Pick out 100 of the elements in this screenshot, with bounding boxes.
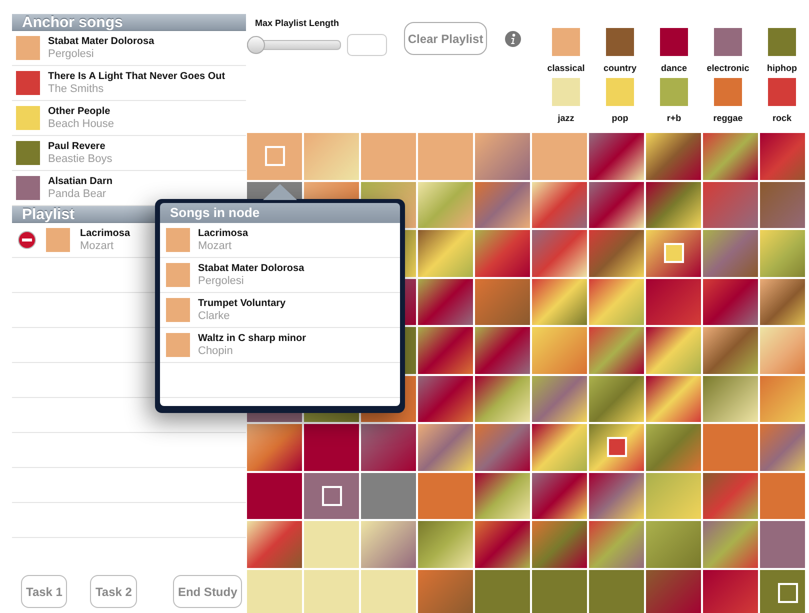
grid-tile[interactable] [589,133,644,180]
grid-tile[interactable] [418,230,473,276]
grid-tile[interactable] [646,376,701,422]
grid-tile[interactable] [532,182,587,228]
grid-tile[interactable] [760,133,805,180]
grid-tile[interactable] [475,133,530,180]
grid-tile[interactable] [532,327,587,374]
grid-tile[interactable] [361,133,416,180]
grid-tile[interactable] [760,278,805,325]
grid-tile[interactable] [760,521,805,568]
grid-tile[interactable] [532,376,587,422]
grid-tile[interactable] [532,278,587,325]
grid-tile[interactable] [646,278,701,325]
song-row[interactable]: Trumpet Voluntary Clarke [160,293,400,328]
grid-tile[interactable] [646,424,701,470]
grid-tile[interactable] [361,521,416,568]
delete-icon[interactable] [18,231,36,249]
grid-tile[interactable] [475,472,530,519]
grid-tile[interactable] [304,521,359,568]
grid-tile[interactable] [703,182,758,228]
grid-tile[interactable] [418,472,473,519]
clear-playlist-button[interactable]: Clear Playlist [404,22,487,55]
grid-tile[interactable] [247,472,302,519]
grid-tile[interactable] [760,327,805,374]
grid-tile[interactable] [475,376,530,422]
grid-tile[interactable] [589,472,644,519]
grid-tile[interactable] [589,182,644,228]
grid-tile[interactable] [760,472,805,519]
grid-tile[interactable] [418,327,473,374]
task-button[interactable]: Task 1 [21,575,68,608]
task-button[interactable]: End Study [172,575,242,608]
grid-tile[interactable] [475,570,530,613]
length-input-field[interactable] [347,34,387,56]
grid-tile[interactable] [475,278,530,325]
grid-tile[interactable] [418,278,473,325]
grid-tile[interactable] [646,327,701,374]
task-button[interactable]: Task 2 [90,575,137,608]
grid-tile[interactable] [703,278,758,325]
grid-tile[interactable] [304,472,359,519]
grid-tile[interactable] [532,472,587,519]
grid-tile[interactable] [418,133,473,180]
grid-tile[interactable] [532,133,587,180]
grid-tile[interactable] [247,570,302,613]
grid-tile[interactable] [532,521,587,568]
grid-tile[interactable] [532,570,587,613]
grid-tile[interactable] [475,182,530,228]
grid-tile[interactable] [475,327,530,374]
grid-tile[interactable] [760,570,805,613]
grid-tile[interactable] [703,230,758,276]
grid-tile[interactable] [247,424,302,470]
grid-tile[interactable] [589,376,644,422]
grid-tile[interactable] [361,472,416,519]
grid-tile[interactable] [760,182,805,228]
song-row[interactable]: Stabat Mater Dolorosa Pergolesi [160,258,400,293]
grid-tile[interactable] [703,376,758,422]
grid-tile[interactable] [589,521,644,568]
grid-tile[interactable] [304,133,359,180]
grid-tile[interactable] [475,424,530,470]
grid-tile[interactable] [589,230,644,276]
grid-tile[interactable] [646,472,701,519]
grid-tile[interactable] [646,570,701,613]
grid-tile[interactable] [475,230,530,276]
grid-tile[interactable] [418,570,473,613]
grid-tile[interactable] [703,521,758,568]
grid-tile[interactable] [532,424,587,470]
grid-tile[interactable] [418,182,473,228]
grid-tile[interactable] [361,424,416,470]
grid-tile[interactable] [589,278,644,325]
grid-tile[interactable] [418,376,473,422]
grid-tile[interactable] [703,472,758,519]
grid-tile[interactable] [304,570,359,613]
grid-tile[interactable] [703,570,758,613]
grid-tile[interactable] [418,424,473,470]
song-row[interactable]: There Is A Light That Never Goes Out The Smiths [12,66,246,101]
grid-tile[interactable] [532,230,587,276]
grid-tile[interactable] [304,424,359,470]
grid-tile[interactable] [247,133,302,180]
grid-tile[interactable] [760,424,805,470]
grid-tile[interactable] [589,327,644,374]
grid-tile[interactable] [475,521,530,568]
song-row[interactable]: Stabat Mater Dolorosa Pergolesi [12,31,246,66]
grid-tile[interactable] [646,182,701,228]
grid-tile[interactable] [418,521,473,568]
song-row[interactable]: Paul Revere Beastie Boys [12,136,246,171]
grid-tile[interactable] [703,133,758,180]
grid-tile[interactable] [646,133,701,180]
grid-tile[interactable] [589,424,644,470]
grid-tile[interactable] [589,570,644,613]
song-row[interactable]: Lacrimosa Mozart [160,223,400,258]
grid-tile[interactable] [703,327,758,374]
song-row[interactable]: Other People Beach House [12,101,246,136]
grid-tile[interactable] [760,230,805,276]
grid-tile[interactable] [646,521,701,568]
grid-tile[interactable] [703,424,758,470]
grid-tile[interactable] [247,521,302,568]
playlist-length-slider[interactable] [247,36,341,54]
grid-tile[interactable] [760,376,805,422]
grid-tile[interactable] [361,570,416,613]
slider-thumb[interactable] [247,36,265,54]
info-icon[interactable] [505,31,521,47]
